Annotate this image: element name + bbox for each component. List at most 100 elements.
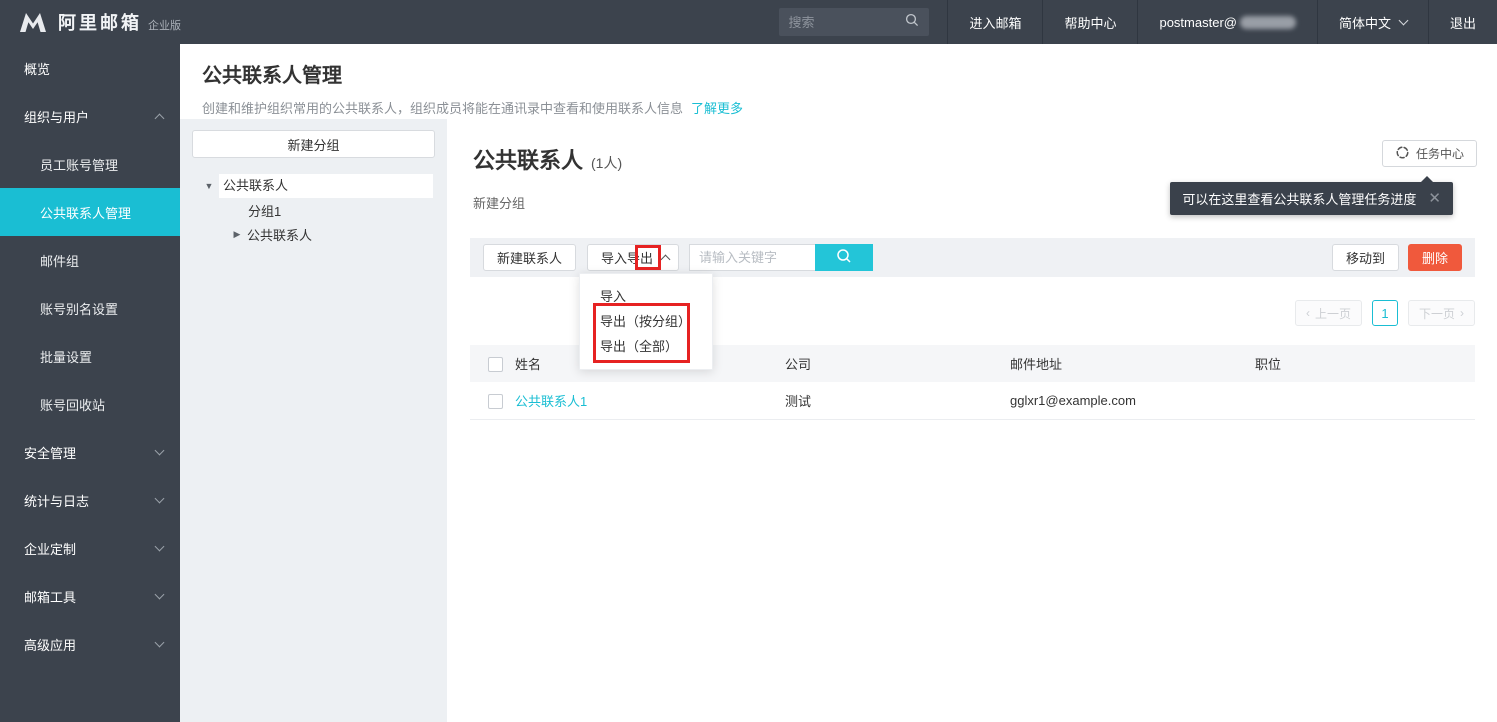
chevron-down-icon bbox=[154, 637, 165, 647]
delete-button[interactable]: 删除 bbox=[1407, 244, 1462, 271]
sidebar-item-label: 员工账号管理 bbox=[40, 157, 119, 173]
sidebar-item-label: 安全管理 bbox=[24, 445, 77, 461]
sidebar-item-mail-groups[interactable]: 邮件组 bbox=[0, 236, 180, 284]
column-header-position: 职位 bbox=[1255, 357, 1282, 372]
task-center-tooltip: 可以在这里查看公共联系人管理任务进度 ✕ bbox=[1170, 176, 1453, 215]
content-title: 公共联系人 (1人) bbox=[473, 143, 622, 175]
keyword-search-input[interactable] bbox=[689, 244, 816, 271]
pagination: ‹ 上一页 1 下一页 › bbox=[1294, 300, 1475, 326]
logout-link[interactable]: 退出 bbox=[1427, 0, 1497, 44]
tree-node-label[interactable]: 分组1 bbox=[248, 201, 281, 220]
row-checkbox[interactable] bbox=[488, 393, 503, 409]
chevron-left-icon: ‹ bbox=[1305, 306, 1310, 320]
sidebar-submenu-org-users: 员工账号管理 公共联系人管理 邮件组 账号别名设置 批量设置 账号回收站 bbox=[0, 140, 180, 428]
sidebar-item-batch-settings[interactable]: 批量设置 bbox=[0, 332, 180, 380]
topbar: 阿里邮箱 企业版 进入邮箱 帮助中心 postmaster@ 简体中文 退出 bbox=[0, 0, 1497, 44]
sidebar-item-label: 邮件组 bbox=[40, 253, 80, 269]
sidebar-item-label: 概览 bbox=[24, 61, 51, 77]
new-group-link[interactable]: 新建分组 bbox=[473, 193, 525, 212]
sidebar-item-label: 邮箱工具 bbox=[24, 589, 77, 605]
chevron-down-icon bbox=[154, 541, 165, 551]
learn-more-link[interactable]: 了解更多 bbox=[691, 101, 743, 116]
task-center-button[interactable]: 任务中心 bbox=[1381, 140, 1477, 167]
column-header-email: 邮件地址 bbox=[1010, 357, 1063, 372]
tree-node-subfolder[interactable]: ▶ 公共联系人 bbox=[180, 222, 447, 246]
sidebar-item-public-contacts[interactable]: 公共联系人管理 bbox=[0, 188, 180, 236]
sidebar-item-label: 统计与日志 bbox=[24, 493, 90, 509]
next-page-label: 下一页 bbox=[1418, 306, 1455, 321]
page-title: 公共联系人管理 bbox=[202, 65, 342, 87]
menu-item-import[interactable]: 导入 bbox=[580, 284, 712, 309]
contact-email: gglxr1@example.com bbox=[1010, 393, 1136, 408]
account-menu[interactable]: postmaster@ bbox=[1137, 0, 1317, 44]
sidebar: 概览 组织与用户 员工账号管理 公共联系人管理 邮件组 账号别名设置 批量设置 … bbox=[0, 44, 180, 722]
chevron-down-icon bbox=[1398, 15, 1409, 25]
sidebar-item-employee-accounts[interactable]: 员工账号管理 bbox=[0, 140, 180, 188]
sidebar-item-enterprise-custom[interactable]: 企业定制 bbox=[0, 524, 180, 572]
account-domain-redacted bbox=[1239, 15, 1296, 29]
select-all-checkbox[interactable] bbox=[488, 356, 503, 372]
main-content: 公共联系人 (1人) 任务中心 可以在这里查看公共联系人管理任务进度 ✕ 新建分组… bbox=[447, 119, 1497, 722]
page-description-text: 创建和维护组织常用的公共联系人，组织成员将能在通讯录中查看和使用联系人信息 bbox=[202, 101, 684, 116]
next-page-button[interactable]: 下一页 › bbox=[1407, 300, 1475, 326]
tooltip-text: 可以在这里查看公共联系人管理任务进度 bbox=[1182, 192, 1417, 207]
search-icon bbox=[835, 247, 853, 268]
new-contact-button[interactable]: 新建联系人 bbox=[483, 244, 577, 271]
language-label: 简体中文 bbox=[1338, 15, 1391, 31]
close-icon[interactable]: ✕ bbox=[1428, 191, 1441, 206]
chevron-up-icon bbox=[154, 113, 165, 123]
sidebar-item-label: 账号回收站 bbox=[40, 397, 106, 413]
group-tree-panel: 新建分组 ▼ 公共联系人 分组1 ▶ 公共联系人 bbox=[180, 119, 447, 722]
sidebar-item-label: 高级应用 bbox=[24, 637, 77, 653]
move-to-button[interactable]: 移动到 bbox=[1331, 244, 1399, 271]
sidebar-item-mail-tools[interactable]: 邮箱工具 bbox=[0, 572, 180, 620]
sidebar-item-overview[interactable]: 概览 bbox=[0, 44, 180, 92]
import-export-button[interactable]: 导入导出 bbox=[587, 244, 680, 271]
menu-item-export-all[interactable]: 导出（全部） bbox=[580, 334, 712, 359]
contact-count: (1人) bbox=[591, 155, 623, 171]
contact-name-link[interactable]: 公共联系人1 bbox=[515, 394, 587, 409]
topbar-search bbox=[779, 8, 930, 36]
sidebar-item-stats-logs[interactable]: 统计与日志 bbox=[0, 476, 180, 524]
page-number-button[interactable]: 1 bbox=[1371, 300, 1398, 326]
caret-collapsed-icon[interactable]: ▶ bbox=[227, 229, 247, 240]
account-email: postmaster@ bbox=[1159, 14, 1237, 30]
topbar-search-input[interactable] bbox=[788, 14, 905, 30]
import-export-dropdown: 导入 导出（按分组） 导出（全部） bbox=[579, 273, 713, 370]
sidebar-item-security[interactable]: 安全管理 bbox=[0, 428, 180, 476]
group-tree: ▼ 公共联系人 分组1 ▶ 公共联系人 bbox=[180, 174, 447, 246]
search-button[interactable] bbox=[815, 244, 874, 271]
sidebar-item-advanced-apps[interactable]: 高级应用 bbox=[0, 620, 180, 668]
sidebar-item-org-users[interactable]: 组织与用户 bbox=[0, 92, 180, 140]
menu-item-export-by-group[interactable]: 导出（按分组） bbox=[580, 309, 712, 334]
language-menu[interactable]: 简体中文 bbox=[1316, 0, 1428, 44]
sidebar-item-label: 批量设置 bbox=[40, 349, 93, 365]
topbar-nav: 进入邮箱 帮助中心 postmaster@ 简体中文 退出 bbox=[779, 0, 1497, 44]
brand-name: 阿里邮箱 bbox=[58, 13, 142, 33]
contacts-toolbar: 新建联系人 导入导出 移动到 删除 bbox=[470, 238, 1475, 277]
prev-page-label: 上一页 bbox=[1314, 306, 1351, 321]
alimail-logo-icon bbox=[18, 10, 48, 34]
caret-expanded-icon[interactable]: ▼ bbox=[199, 181, 219, 191]
tree-node-root-label[interactable]: 公共联系人 bbox=[219, 174, 433, 198]
help-center-link[interactable]: 帮助中心 bbox=[1042, 0, 1137, 44]
prev-page-button[interactable]: ‹ 上一页 bbox=[1294, 300, 1362, 326]
sidebar-item-account-alias[interactable]: 账号别名设置 bbox=[0, 284, 180, 332]
page-header: 公共联系人管理 创建和维护组织常用的公共联系人，组织成员将能在通讯录中查看和使用… bbox=[180, 44, 1497, 119]
sidebar-item-label: 组织与用户 bbox=[24, 109, 90, 125]
sidebar-item-label: 账号别名设置 bbox=[40, 301, 119, 317]
content-title-text: 公共联系人 bbox=[473, 148, 584, 173]
sidebar-item-label: 公共联系人管理 bbox=[40, 205, 132, 221]
table-row: 公共联系人1 测试 gglxr1@example.com bbox=[470, 382, 1475, 420]
sidebar-item-account-recycle[interactable]: 账号回收站 bbox=[0, 380, 180, 428]
tree-node-root[interactable]: ▼ 公共联系人 bbox=[180, 174, 447, 198]
chevron-down-icon bbox=[154, 445, 165, 455]
enter-mailbox-link[interactable]: 进入邮箱 bbox=[947, 0, 1042, 44]
sidebar-item-label: 企业定制 bbox=[24, 541, 77, 557]
tree-node-group1[interactable]: 分组1 bbox=[180, 198, 447, 222]
tree-node-label[interactable]: 公共联系人 bbox=[247, 225, 312, 244]
new-group-button[interactable]: 新建分组 bbox=[192, 130, 435, 158]
import-export-label: 导入导出 bbox=[601, 251, 654, 266]
contact-company: 测试 bbox=[785, 394, 812, 409]
page-description: 创建和维护组织常用的公共联系人，组织成员将能在通讯录中查看和使用联系人信息 了解更… bbox=[202, 98, 1497, 117]
